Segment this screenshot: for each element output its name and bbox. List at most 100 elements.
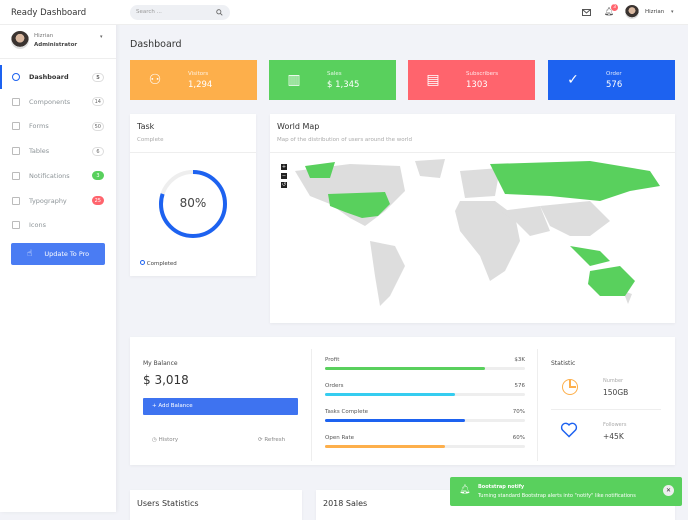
map-reset-button[interactable]: ↺	[281, 182, 287, 188]
users-statistics-card: Users Statistics	[130, 490, 302, 520]
hand-pointer-icon: ☝	[26, 249, 33, 259]
completed-label: Completed	[146, 261, 177, 267]
stat-number-label: Number	[603, 378, 624, 384]
close-icon[interactable]: ✕	[663, 485, 674, 496]
chevron-down-icon: ▾	[100, 34, 103, 40]
stat-label: Order	[606, 70, 622, 77]
progress-profit: Profit $3K	[325, 357, 525, 370]
sidebar-item-label: Forms	[29, 122, 49, 131]
toast-message: Turning standard Bootstrap alerts into "…	[478, 493, 636, 499]
progress-orders: Orders 576	[325, 383, 525, 396]
update-to-pro-button[interactable]: ☝ Update To Pro	[11, 243, 105, 265]
map-subtitle: Map of the distribution of users around …	[277, 137, 412, 143]
task-card: Task Complete 80% Completed	[130, 114, 256, 276]
completed-legend: Completed	[140, 260, 177, 267]
search-icon[interactable]	[216, 9, 223, 16]
tables-icon	[12, 147, 20, 156]
sidebar-item-forms[interactable]: Forms 50	[0, 114, 116, 138]
mail-icon[interactable]	[582, 9, 591, 16]
task-title: Task	[137, 122, 155, 131]
stat-followers-label: Followers	[603, 422, 627, 428]
progress-bar	[325, 393, 525, 396]
refresh-link[interactable]: ⟳ Refresh	[258, 437, 285, 443]
history-icon: ◷	[152, 437, 157, 443]
progress-fill	[325, 367, 485, 370]
add-balance-button[interactable]: + Add Balance	[143, 398, 298, 415]
dashboard-icon	[12, 73, 20, 81]
stat-label: Visitors	[188, 70, 209, 77]
progress-open-rate: Open Rate 60%	[325, 435, 525, 448]
forms-icon	[12, 122, 20, 131]
stat-value: 1303	[466, 79, 488, 90]
heart-icon	[560, 422, 578, 438]
task-percent: 80%	[179, 196, 207, 210]
search-placeholder: Search ...	[136, 9, 162, 15]
world-map[interactable]	[290, 156, 670, 316]
sidebar-item-dashboard[interactable]: Dashboard 5	[0, 65, 116, 89]
stat-card-subscribers: ▤ Subscribers 1303	[408, 60, 535, 100]
stat-label: Sales	[327, 70, 342, 77]
sidebar-item-label: Notifications	[29, 171, 70, 180]
history-link[interactable]: ◷ History	[152, 437, 178, 443]
typography-icon	[12, 196, 20, 205]
progress-value: $3K	[514, 357, 525, 363]
user-panel[interactable]: Hizrian Administrator ▾	[0, 25, 116, 59]
sidebar-item-badge: 50	[91, 121, 104, 131]
sidebar-item-badge: 25	[91, 196, 104, 205]
map-europe	[460, 168, 500, 198]
stat-card-order: ✓ Order 576	[548, 60, 675, 100]
divider	[311, 349, 312, 461]
balance-amount: $ 3,018	[143, 373, 189, 387]
stat-value: 1,294	[188, 79, 213, 90]
sidebar-item-icons[interactable]: Icons	[0, 213, 116, 237]
stat-card-sales: ▥ Sales $ 1,345	[269, 60, 396, 100]
top-header: Search ... 🔔︎ 3 Hizrian ▾	[116, 0, 688, 25]
sidebar-item-badge: 5	[92, 72, 104, 82]
sidebar-item-label: Components	[29, 97, 71, 106]
components-icon	[12, 97, 20, 106]
stat-number-value: 150GB	[603, 388, 629, 397]
balance-title: My Balance	[143, 360, 178, 367]
stat-card-visitors: ⚇ Visitors 1,294	[130, 60, 257, 100]
header-user-name[interactable]: Hizrian	[645, 9, 664, 15]
balance-card: My Balance $ 3,018 + Add Balance ◷ Histo…	[130, 337, 675, 465]
task-subtitle: Complete	[137, 137, 164, 143]
stat-followers-value: +45K	[603, 432, 624, 441]
map-russia	[490, 161, 660, 201]
sidebar-item-tables[interactable]: Tables 6	[0, 139, 116, 163]
map-australia	[588, 266, 635, 296]
zoom-in-button[interactable]: +	[281, 164, 287, 170]
map-title: World Map	[277, 122, 320, 131]
world-map-card: World Map Map of the distribution of use…	[270, 114, 675, 323]
progress-label: Orders	[325, 383, 344, 389]
bell-icon: 🔔︎	[459, 485, 471, 495]
avatar	[11, 31, 29, 49]
sidebar-item-components[interactable]: Components 14	[0, 90, 116, 114]
statistic-title: Statistic	[551, 360, 576, 367]
divider	[537, 349, 538, 461]
chevron-down-icon: ▾	[671, 9, 674, 15]
users-statistics-title: Users Statistics	[137, 499, 199, 508]
search-input[interactable]: Search ...	[130, 5, 230, 20]
refresh-label: Refresh	[264, 437, 286, 443]
notify-toast: 🔔︎ Bootstrap notify Turning standard Boo…	[450, 477, 682, 506]
progress-label: Profit	[325, 357, 340, 363]
bar-chart-icon: ▥	[287, 72, 301, 88]
notifications-icon	[12, 171, 20, 180]
zoom-out-button[interactable]: −	[281, 173, 287, 179]
sidebar: Ready Dashboard Hizrian Administrator ▾ …	[0, 0, 116, 512]
users-icon: ⚇	[148, 72, 162, 88]
progress-fill	[325, 419, 465, 422]
sidebar-item-typography[interactable]: Typography 25	[0, 189, 116, 213]
sidebar-item-badge: 6	[92, 146, 104, 156]
map-indonesia	[570, 246, 610, 266]
toast-title: Bootstrap notify	[478, 484, 525, 490]
page-title: Dashboard	[130, 39, 182, 50]
map-alaska	[305, 162, 335, 178]
progress-fill	[325, 445, 445, 448]
sidebar-item-notifications[interactable]: Notifications 3	[0, 164, 116, 188]
sidebar-item-label: Icons	[29, 221, 46, 230]
progress-value: 70%	[512, 409, 525, 415]
stat-value: 576	[606, 79, 623, 90]
header-avatar[interactable]	[625, 5, 639, 19]
